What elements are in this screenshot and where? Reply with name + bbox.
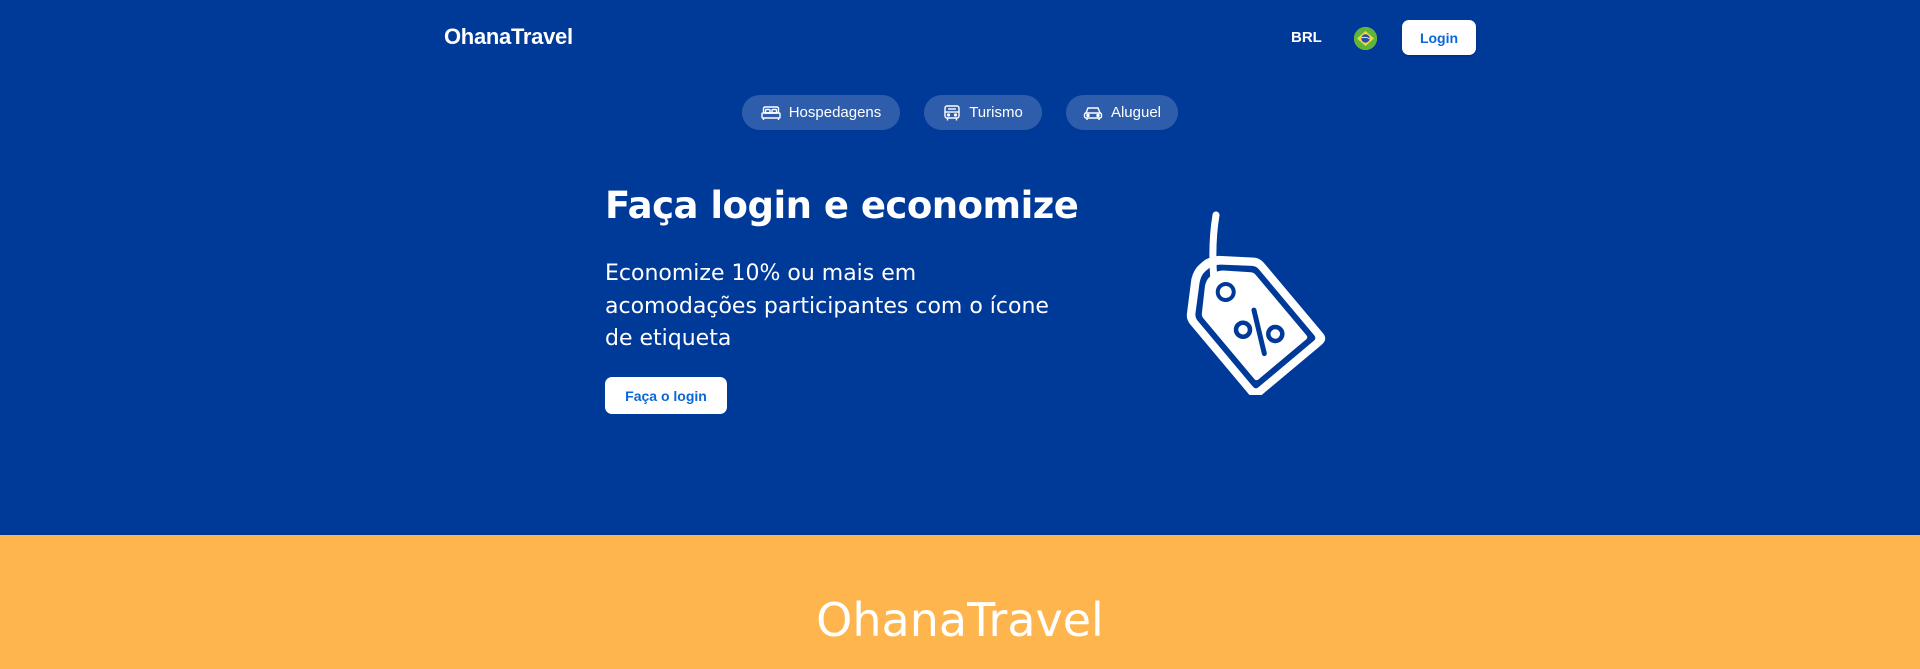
footer: OhanaTravel	[0, 535, 1920, 669]
tab-turismo[interactable]: Turismo	[924, 95, 1042, 130]
discount-tag-icon	[1160, 205, 1330, 399]
brand-logo[interactable]: OhanaTravel	[444, 24, 573, 50]
promo-description: Economize 10% ou mais em acomodações par…	[605, 261, 1049, 351]
footer-brand: OhanaTravel	[816, 593, 1104, 647]
currency-selector[interactable]: BRL	[1291, 29, 1322, 46]
tab-label: Hospedagens	[788, 104, 882, 121]
promo-title: Faça login e economize	[605, 184, 1079, 227]
tab-aluguel[interactable]: Aluguel	[1066, 95, 1178, 130]
login-cta-button[interactable]: Faça o login	[605, 377, 727, 414]
bed-icon	[761, 105, 781, 121]
tab-label: Aluguel	[1110, 104, 1162, 121]
login-button[interactable]: Login	[1402, 20, 1476, 55]
car-icon	[1083, 105, 1103, 121]
tab-label: Turismo	[969, 104, 1023, 121]
bus-icon	[943, 104, 961, 122]
tab-hospedagens[interactable]: Hospedagens	[742, 95, 900, 130]
hero-section: OhanaTravel BRL Login Hospedagens Turism…	[0, 0, 1920, 535]
brazil-flag-icon[interactable]	[1354, 27, 1377, 50]
